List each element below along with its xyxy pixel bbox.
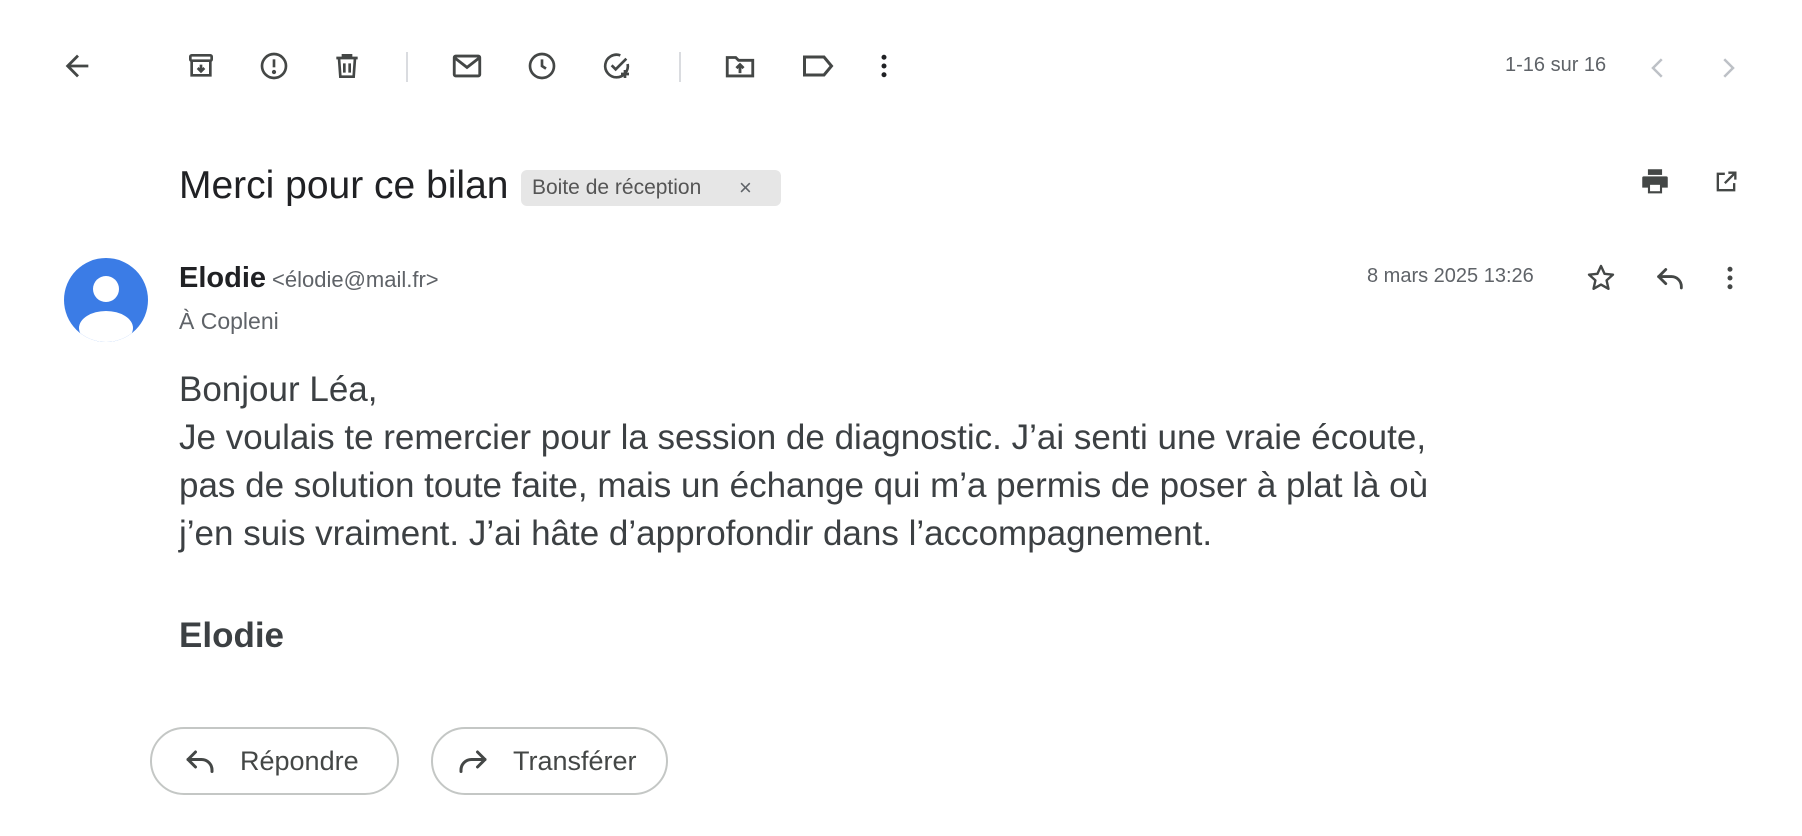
mail-icon (450, 49, 484, 83)
reply-icon (182, 743, 218, 779)
forward-icon (455, 743, 491, 779)
more-vertical-icon (1715, 263, 1745, 293)
move-to-button[interactable] (716, 42, 764, 90)
reply-icon-button[interactable] (1646, 254, 1694, 302)
sender-line: Elodie <élodie@mail.fr> (179, 262, 439, 295)
email-subject: Merci pour ce bilan (179, 164, 509, 207)
clock-icon (526, 50, 558, 82)
avatar (64, 258, 148, 342)
report-spam-icon (258, 50, 290, 82)
mark-unread-button[interactable] (443, 42, 491, 90)
move-to-folder-icon (723, 49, 757, 83)
add-task-button[interactable] (593, 42, 641, 90)
previous-button[interactable] (1634, 44, 1682, 92)
report-spam-button[interactable] (250, 42, 298, 90)
more-button[interactable] (860, 42, 908, 90)
reply-icon (1653, 261, 1687, 295)
reply-button-label: Répondre (240, 745, 359, 776)
more-vertical-icon (869, 51, 899, 81)
body-line: Bonjour Léa, (179, 370, 378, 409)
open-in-new-icon (1712, 168, 1740, 196)
forward-button[interactable]: Transférer (431, 727, 668, 795)
toolbar-divider (406, 52, 408, 82)
printer-icon (1638, 165, 1672, 199)
body-line: j’en suis vraiment. J’ai hâte d’approfon… (179, 514, 1213, 553)
back-button[interactable] (53, 42, 101, 90)
delete-button[interactable] (323, 42, 371, 90)
signature: Elodie (179, 616, 285, 655)
sender-email: <élodie@mail.fr> (272, 267, 439, 292)
sender-name: Elodie (179, 262, 267, 294)
star-button[interactable] (1577, 254, 1625, 302)
forward-button-label: Transférer (513, 745, 637, 776)
email-body: Bonjour Léa, Je voulais te remercier pou… (179, 366, 1539, 558)
archive-icon (185, 50, 217, 82)
body-line: pas de solution toute faite, mais un éch… (179, 466, 1429, 505)
chevron-right-icon (1713, 53, 1743, 83)
open-new-window-button[interactable] (1702, 158, 1750, 206)
reply-button[interactable]: Répondre (150, 727, 399, 795)
labels-button[interactable] (794, 42, 842, 90)
person-icon (64, 276, 148, 342)
snooze-button[interactable] (518, 42, 566, 90)
toolbar-divider (679, 52, 681, 82)
star-icon (1585, 262, 1617, 294)
archive-button[interactable] (177, 42, 225, 90)
message-more-button[interactable] (1706, 254, 1754, 302)
recipient-line: À Copleni (179, 308, 279, 334)
remove-label-button[interactable]: × (739, 175, 752, 201)
label-chip-text: Boite de réception (532, 176, 702, 199)
label-icon (800, 48, 836, 84)
next-button[interactable] (1704, 44, 1752, 92)
page-counter: 1-16 sur 16 (1505, 54, 1607, 76)
add-task-icon (601, 50, 633, 82)
timestamp: 8 mars 2025 13:26 (1367, 265, 1534, 287)
print-button[interactable] (1631, 158, 1679, 206)
chevron-left-icon (1643, 53, 1673, 83)
body-line: Je voulais te remercier pour la session … (179, 418, 1427, 457)
trash-icon (331, 50, 363, 82)
label-chip: Boite de réception × (521, 170, 781, 206)
back-arrow-icon (60, 49, 94, 83)
